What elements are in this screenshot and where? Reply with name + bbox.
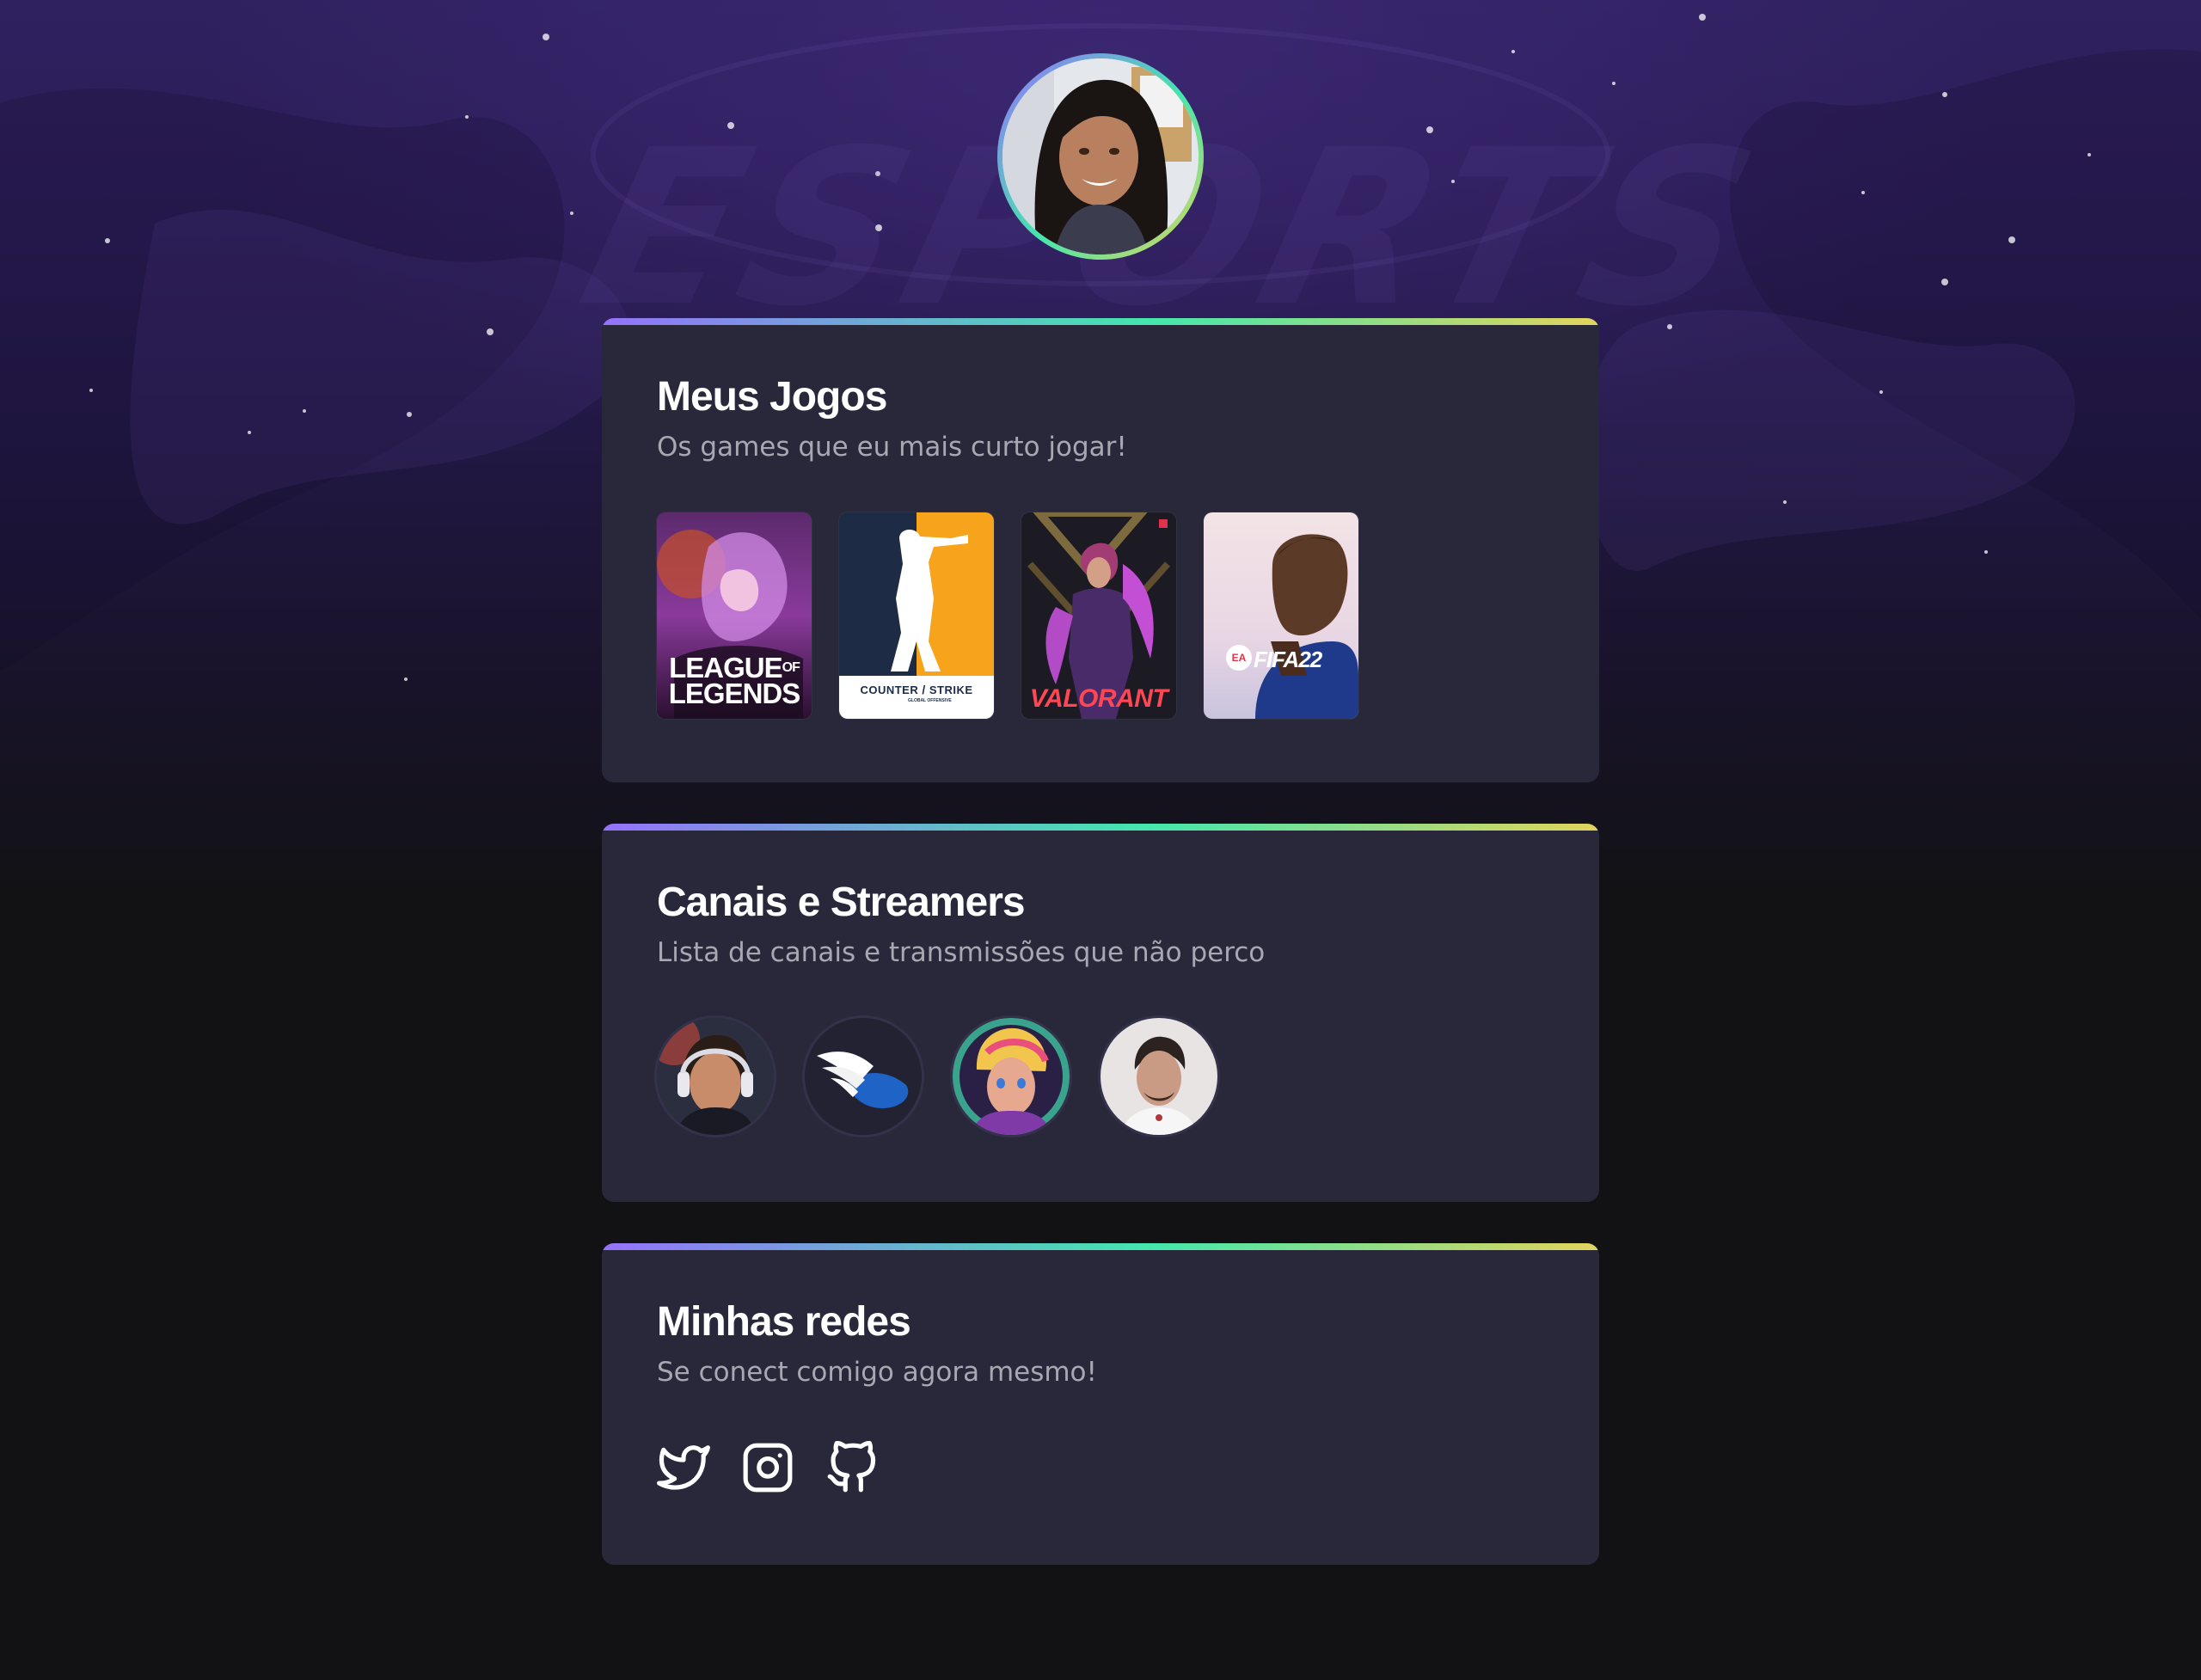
- cs-cover-right: STRIKE: [929, 684, 973, 696]
- streamer-avatar-3[interactable]: [953, 1018, 1070, 1135]
- profile-avatar: [997, 53, 1204, 260]
- games-card: Meus Jogos Os games que eu mais curto jo…: [602, 318, 1599, 782]
- game-valorant[interactable]: VALORANT: [1021, 512, 1176, 719]
- games-subtitle: Os games que eu mais curto jogar!: [657, 432, 1127, 463]
- fifa-cover-text: FIFA22: [1254, 647, 1322, 672]
- streamer-avatar-1[interactable]: [657, 1018, 774, 1135]
- cs-cover-left: COUNTER: [860, 684, 919, 696]
- game-counter-strike[interactable]: COUNTER / STRIKE GLOBAL OFFENSIVE: [839, 512, 994, 719]
- lol-cover-line2: LEGENDS: [668, 678, 801, 709]
- streamers-card: Canais e Streamers Lista de canais e tra…: [602, 824, 1599, 1202]
- streamers-title: Canais e Streamers: [657, 880, 1026, 925]
- game-league-of-legends[interactable]: LEAGUEOF LEGENDS: [657, 512, 812, 719]
- games-list: LEAGUEOF LEGENDS COUNTER / STRIKE GLOBAL…: [657, 512, 1544, 719]
- profile-photo: [1002, 58, 1199, 254]
- twitter-icon[interactable]: [657, 1441, 710, 1494]
- lol-cover-of: OF: [782, 660, 800, 675]
- valorant-cover-text: VALORANT: [1029, 684, 1168, 713]
- streamers-subtitle: Lista de canais e transmissões que não p…: [657, 937, 1266, 968]
- streamer-avatar-4[interactable]: [1100, 1018, 1217, 1135]
- social-links: [657, 1441, 1544, 1494]
- streamers-list: [657, 1018, 1544, 1135]
- social-card: Minhas redes Se conect comigo agora mesm…: [602, 1243, 1599, 1565]
- cs-cover-small: GLOBAL OFFENSIVE: [908, 698, 952, 703]
- github-icon[interactable]: [825, 1441, 879, 1494]
- fifa-ea-badge: EA: [1226, 645, 1252, 671]
- game-fifa-22[interactable]: EA FIFA22: [1204, 512, 1358, 719]
- social-title: Minhas redes: [657, 1299, 911, 1345]
- games-title: Meus Jogos: [657, 374, 887, 420]
- social-subtitle: Se conect comigo agora mesmo!: [657, 1357, 1097, 1388]
- streamer-avatar-2[interactable]: [805, 1018, 922, 1135]
- instagram-icon[interactable]: [741, 1441, 794, 1494]
